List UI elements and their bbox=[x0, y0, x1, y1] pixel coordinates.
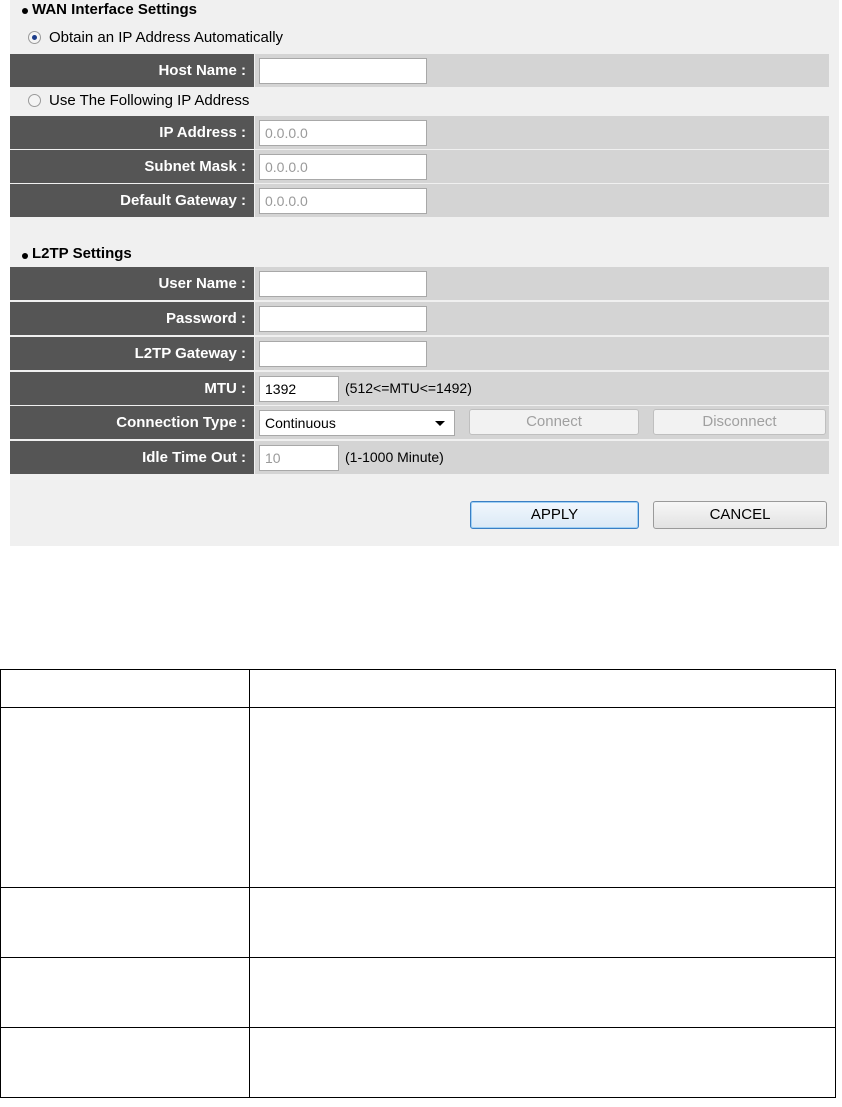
table-cell bbox=[249, 887, 836, 958]
wan-section-title: WAN Interface Settings bbox=[32, 1, 198, 18]
bullet-icon bbox=[22, 8, 28, 14]
mtu-label: MTU : bbox=[10, 372, 254, 405]
table-cell bbox=[249, 707, 836, 888]
user-name-input[interactable] bbox=[259, 271, 427, 297]
l2tp-gateway-row: L2TP Gateway : bbox=[10, 337, 829, 371]
table-cell bbox=[0, 887, 250, 958]
idle-time-out-label: Idle Time Out : bbox=[10, 441, 254, 474]
use-following-ip-option[interactable]: Use The Following IP Address bbox=[28, 92, 249, 109]
table-row bbox=[0, 669, 836, 708]
subnet-mask-row: Subnet Mask : 0.0.0.0 bbox=[10, 150, 829, 184]
table-row bbox=[0, 957, 836, 1028]
table-cell bbox=[249, 957, 836, 1028]
radio-unselected-icon[interactable] bbox=[28, 94, 41, 107]
table-cell bbox=[249, 1027, 836, 1098]
table-cell bbox=[0, 707, 250, 888]
subnet-mask-label: Subnet Mask : bbox=[10, 150, 254, 183]
connection-type-value: Continuous bbox=[265, 415, 336, 431]
cancel-button[interactable]: CANCEL bbox=[653, 501, 827, 529]
subnet-mask-input[interactable]: 0.0.0.0 bbox=[259, 154, 427, 180]
password-cell bbox=[255, 302, 829, 335]
host-name-input[interactable] bbox=[259, 58, 427, 84]
l2tp-gateway-cell bbox=[255, 337, 829, 370]
table-row bbox=[0, 887, 836, 958]
user-name-row: User Name : bbox=[10, 267, 829, 301]
host-name-row: Host Name : bbox=[10, 54, 829, 88]
table-cell bbox=[249, 669, 836, 708]
default-gateway-row: Default Gateway : 0.0.0.0 bbox=[10, 184, 829, 218]
bullet-icon bbox=[22, 253, 28, 259]
connection-type-cell: Continuous Connect Disconnect bbox=[255, 406, 829, 439]
mtu-input[interactable]: 1392 bbox=[259, 376, 339, 402]
connect-button[interactable]: Connect bbox=[469, 409, 639, 435]
radio-selected-icon[interactable] bbox=[28, 31, 41, 44]
mtu-cell: 1392 (512<=MTU<=1492) bbox=[255, 372, 829, 405]
table-row bbox=[0, 707, 836, 888]
idle-time-out-cell: 10 (1-1000 Minute) bbox=[255, 441, 829, 474]
connection-type-select[interactable]: Continuous bbox=[259, 410, 455, 436]
table-cell bbox=[0, 957, 250, 1028]
mtu-row: MTU : 1392 (512<=MTU<=1492) bbox=[10, 372, 829, 406]
ip-address-label: IP Address : bbox=[10, 116, 254, 149]
l2tp-gateway-label: L2TP Gateway : bbox=[10, 337, 254, 370]
password-input[interactable] bbox=[259, 306, 427, 332]
user-name-cell bbox=[255, 267, 829, 300]
ip-address-input[interactable]: 0.0.0.0 bbox=[259, 120, 427, 146]
description-table bbox=[0, 669, 836, 1098]
disconnect-button[interactable]: Disconnect bbox=[653, 409, 826, 435]
host-name-label: Host Name : bbox=[10, 54, 254, 87]
mtu-hint: (512<=MTU<=1492) bbox=[345, 380, 472, 396]
ip-address-cell: 0.0.0.0 bbox=[255, 116, 829, 149]
l2tp-gateway-input[interactable] bbox=[259, 341, 427, 367]
host-name-cell bbox=[255, 54, 829, 87]
connection-type-row: Connection Type : Continuous Connect Dis… bbox=[10, 406, 829, 440]
default-gateway-cell: 0.0.0.0 bbox=[255, 184, 829, 217]
table-row bbox=[0, 1027, 836, 1098]
obtain-ip-auto-label: Obtain an IP Address Automatically bbox=[49, 29, 284, 46]
connection-type-label: Connection Type : bbox=[10, 406, 254, 439]
password-row: Password : bbox=[10, 302, 829, 336]
table-cell bbox=[0, 669, 250, 708]
obtain-ip-auto-option[interactable]: Obtain an IP Address Automatically bbox=[28, 29, 283, 46]
use-following-ip-label: Use The Following IP Address bbox=[49, 92, 250, 109]
apply-button[interactable]: APPLY bbox=[470, 501, 639, 529]
table-cell bbox=[0, 1027, 250, 1098]
idle-time-out-hint: (1-1000 Minute) bbox=[345, 449, 444, 465]
default-gateway-input[interactable]: 0.0.0.0 bbox=[259, 188, 427, 214]
subnet-mask-cell: 0.0.0.0 bbox=[255, 150, 829, 183]
chevron-down-icon bbox=[435, 421, 445, 426]
password-label: Password : bbox=[10, 302, 254, 335]
l2tp-section-title: L2TP Settings bbox=[32, 245, 132, 262]
user-name-label: User Name : bbox=[10, 267, 254, 300]
default-gateway-label: Default Gateway : bbox=[10, 184, 254, 217]
ip-address-row: IP Address : 0.0.0.0 bbox=[10, 116, 829, 150]
idle-time-out-input[interactable]: 10 bbox=[259, 445, 339, 471]
idle-time-out-row: Idle Time Out : 10 (1-1000 Minute) bbox=[10, 441, 829, 475]
wan-settings-panel: WAN Interface Settings Obtain an IP Addr… bbox=[10, 0, 839, 546]
